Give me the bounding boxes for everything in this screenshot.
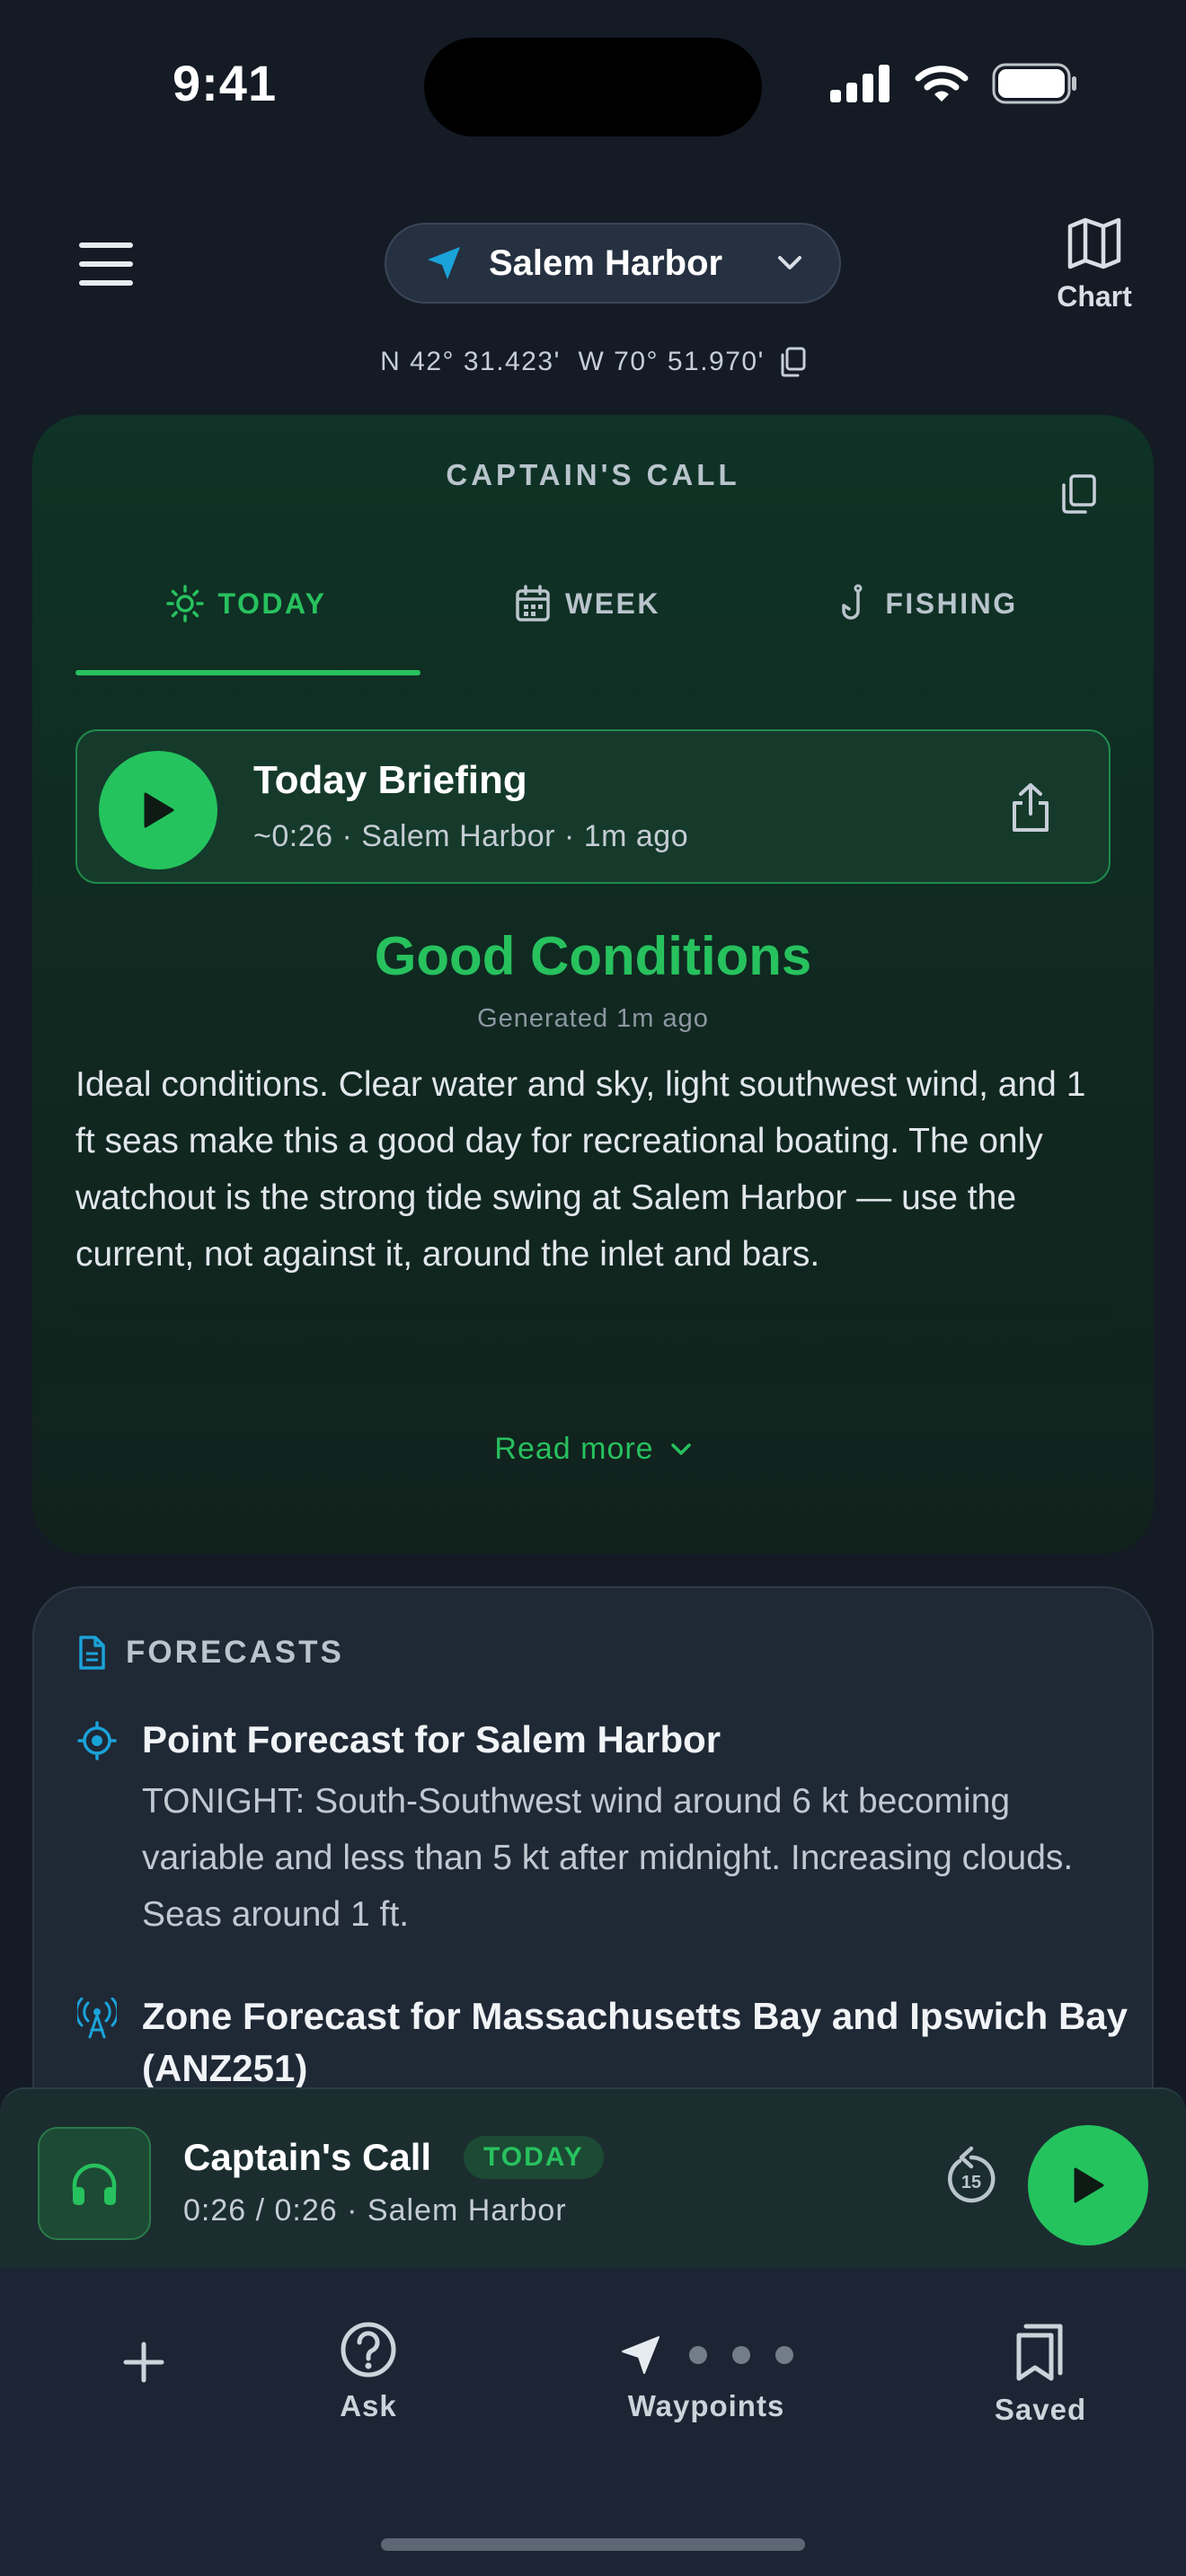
tab-saved[interactable]: Saved [987,2323,1094,2427]
skip-back-button[interactable]: 15 [942,2145,1001,2214]
tab-today[interactable]: TODAY [75,568,417,640]
menu-icon-bar [79,243,133,248]
forecasts-header: FORECASTS [77,1635,344,1671]
status-icons [830,63,1078,104]
skip-seconds: 15 [961,2173,981,2192]
copy-button[interactable] [1058,472,1098,520]
headphones-icon [72,2163,117,2205]
location-selector[interactable]: Salem Harbor [385,223,841,304]
crosshair-icon [77,1721,117,1760]
chevron-down-icon [670,1442,691,1455]
player-title: Captain's Call [183,2136,432,2178]
briefing-title: Today Briefing [253,758,527,802]
forecast-item-title: Point Forecast for Salem Harbor [142,1718,721,1760]
play-icon [144,792,174,828]
briefing-play-button[interactable] [99,751,217,869]
wifi-icon [915,66,969,101]
home-indicator [381,2538,805,2551]
tab-waypoints[interactable]: Waypoints [611,2332,801,2423]
fishhook-icon [842,584,863,620]
tab-fishing-label: FISHING [885,587,1018,620]
conditions-summary: Ideal conditions. Clear water and sky, l… [75,1065,1086,1274]
coordinates: N 42° 31.423' W 70° 51.970' [0,347,1186,377]
read-more-label: Read more [494,1432,654,1466]
captains-call-card: CAPTAIN'S CALL TODAY WEEK FISHING Today … [32,415,1154,1554]
loading-dots [689,2346,793,2364]
play-icon [1074,2167,1104,2203]
read-more-button[interactable]: Read more [32,1432,1154,1467]
battery-icon [992,63,1076,104]
bookmarks-icon [1016,2324,1063,2381]
mini-player[interactable]: Captain's Call TODAY 0:26 / 0:26 · Salem… [0,2087,1186,2269]
copy-icon [1062,474,1096,514]
summary-fade [75,1277,1111,1340]
calendar-icon [516,585,550,622]
question-icon [341,2322,396,2378]
share-button[interactable] [1010,781,1051,838]
menu-icon-bar [79,280,133,286]
briefing-subtitle: ~0:26 · Salem Harbor · 1m ago [253,819,689,853]
bottom-tab-bar: Ask Waypoints Saved [0,2269,1186,2576]
tab-add[interactable] [106,2341,181,2384]
forecasts-title: FORECASTS [126,1635,344,1670]
player-play-button[interactable] [1028,2125,1148,2245]
captains-call-title: CAPTAIN'S CALL [446,458,740,491]
tab-week-label: WEEK [565,587,660,620]
chevron-down-icon [778,256,801,269]
coordinates-text: N 42° 31.423' W 70° 51.970' [380,347,765,376]
tab-ask-label: Ask [340,2389,397,2422]
captains-call-tabs: TODAY WEEK FISHING [75,568,1100,640]
menu-button[interactable] [79,243,133,286]
share-icon [1013,783,1049,832]
generated-timestamp: Generated 1m ago [477,1004,709,1033]
dynamic-island [424,38,762,137]
signal-icon [830,65,890,102]
player-progress: 0:26 / 0:26 · Salem Harbor [183,2193,567,2228]
chart-label: Chart [1057,280,1132,313]
tab-saved-label: Saved [994,2393,1087,2426]
location-arrow-icon [428,247,460,279]
chart-button[interactable]: Chart [1040,216,1148,313]
tab-week[interactable]: WEEK [417,568,758,640]
forecast-item-title: Zone Forecast for Massachusetts Bay and … [142,1995,1128,2089]
player-badge: TODAY [464,2136,604,2179]
tab-ask[interactable]: Ask [314,2321,422,2423]
sun-icon [165,585,204,622]
player-artwork [38,2127,151,2240]
skip-back-15-icon: 15 [948,2146,996,2203]
tab-active-indicator [75,670,420,675]
status-time: 9:41 [173,55,278,111]
radio-tower-icon [77,1998,117,2039]
plus-icon [123,2342,164,2383]
map-icon [1067,217,1121,269]
tab-waypoints-label: Waypoints [627,2389,785,2422]
copy-icon[interactable] [779,347,806,377]
tab-fishing[interactable]: FISHING [758,568,1100,640]
location-name: Salem Harbor [489,243,723,283]
menu-icon-bar [79,261,133,267]
today-briefing-card[interactable]: Today Briefing ~0:26 · Salem Harbor · 1m… [75,729,1111,884]
condition-heading: Good Conditions [374,926,812,986]
document-icon [79,1636,105,1670]
forecast-item-body: TONIGHT: South-Southwest wind around 6 k… [142,1782,1074,1934]
tab-today-label: TODAY [217,587,327,620]
navigation-arrow-icon [622,2336,659,2374]
